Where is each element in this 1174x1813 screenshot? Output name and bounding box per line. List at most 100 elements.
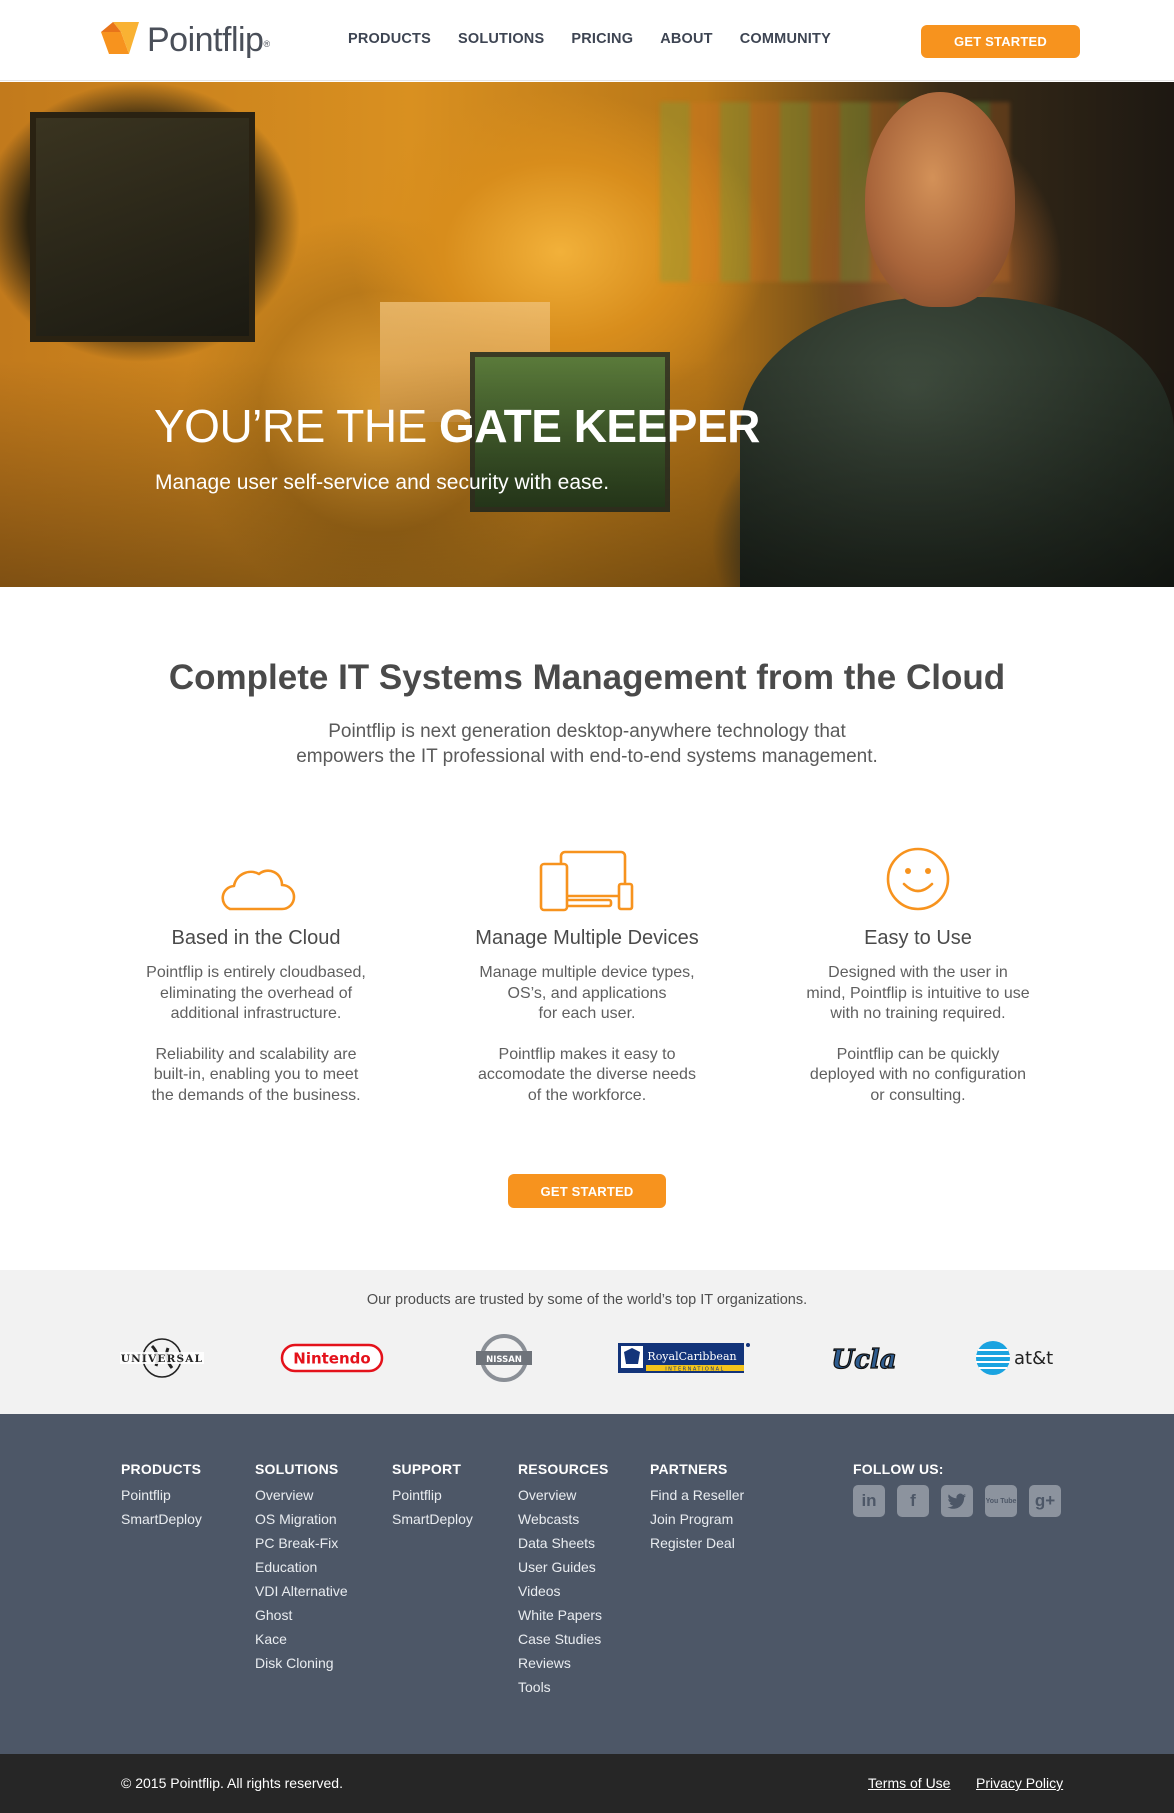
feature-text: Pointflip can be quickly deployed with n… <box>809 1045 1027 1104</box>
trusted-by-section: Our products are trusted by some of the … <box>0 1270 1174 1414</box>
hero-title: YOU’RE THE GATE KEEPER <box>154 399 760 453</box>
privacy-policy-link[interactable]: Privacy Policy <box>976 1775 1063 1791</box>
att-logo-text: at&t <box>1014 1348 1053 1369</box>
feature-title: Based in the Cloud <box>171 927 341 949</box>
hero-title-bold: GATE KEEPER <box>439 400 760 452</box>
feature-text: Designed with the user in mind, Pointfli… <box>806 964 1030 1022</box>
registered-mark: ® <box>263 39 271 49</box>
universal-logo: UNIVERSAL <box>120 1332 204 1384</box>
footer-link[interactable]: Overview <box>255 1483 348 1507</box>
footer-link[interactable]: White Papers <box>518 1603 608 1627</box>
get-started-button[interactable]: GET STARTED <box>921 25 1080 58</box>
feature-title: Easy to Use <box>864 927 972 949</box>
footer-col-support: SUPPORT Pointflip SmartDeploy <box>392 1461 473 1531</box>
get-started-button-secondary[interactable]: GET STARTED <box>508 1174 666 1208</box>
trusted-text: Our products are trusted by some of the … <box>366 1292 808 1308</box>
footer-link[interactable]: Tools <box>518 1675 608 1699</box>
att-logo: at&t <box>972 1332 1058 1384</box>
googleplus-icon[interactable]: g+ <box>1029 1485 1061 1517</box>
smiley-icon <box>886 847 950 911</box>
hero-title-light: YOU’RE THE <box>154 400 440 452</box>
logo-wordmark: Pointflip <box>147 20 264 59</box>
footer-link[interactable]: Videos <box>518 1579 608 1603</box>
twitter-icon[interactable] <box>941 1485 973 1517</box>
footer-heading: FOLLOW US: <box>853 1461 944 1477</box>
site-header: Pointflip ® PRODUCTS SOLUTIONS PRICING A… <box>0 0 1174 81</box>
footer-link[interactable]: SmartDeploy <box>121 1507 202 1531</box>
footer-link[interactable]: Reviews <box>518 1651 608 1675</box>
footer-link[interactable]: Pointflip <box>121 1483 202 1507</box>
pointflip-logo[interactable]: Pointflip ® <box>99 19 270 61</box>
nav-pricing[interactable]: PRICING <box>571 31 633 47</box>
footer-col-products: PRODUCTS Pointflip SmartDeploy <box>121 1461 202 1531</box>
feature-devices: Manage Multiple Devices Manage multiple … <box>447 842 727 1106</box>
footer-link[interactable]: Disk Cloning <box>255 1651 348 1675</box>
feature-cloud: Based in the Cloud Pointflip is entirely… <box>116 842 396 1106</box>
footer-heading: PARTNERS <box>650 1461 728 1477</box>
footer-link[interactable]: VDI Alternative <box>255 1579 348 1603</box>
nissan-logo: NISSAN <box>474 1332 534 1384</box>
footer-bottom-bar: © 2015 Pointflip. All rights reserved. T… <box>0 1754 1174 1813</box>
royal-caribbean-logo-text: RoyalCaribbean <box>647 1350 736 1363</box>
footer-link[interactable]: Overview <box>518 1483 608 1507</box>
social-links: in f You Tube g+ <box>853 1485 1061 1517</box>
feature-text: Reliability and scalability are built-in… <box>151 1045 361 1104</box>
linkedin-icon[interactable]: in <box>853 1485 885 1517</box>
client-logos: UNIVERSAL Nintendo NISSAN RoyalCaribbean <box>0 1332 1174 1392</box>
royal-caribbean-logo-subtext: INTERNATIONAL <box>665 1367 725 1373</box>
footer-heading: PRODUCTS <box>121 1461 202 1477</box>
footer-col-partners: PARTNERS Find a Reseller Join Program Re… <box>650 1461 744 1555</box>
nissan-logo-text: NISSAN <box>486 1355 522 1365</box>
universal-logo-text: UNIVERSAL <box>121 1353 203 1365</box>
copyright-text: © 2015 Pointflip. All rights reserved. <box>121 1775 343 1791</box>
footer-link[interactable]: Join Program <box>650 1507 744 1531</box>
nav-community[interactable]: COMMUNITY <box>740 31 831 47</box>
footer-link[interactable]: Education <box>255 1555 348 1579</box>
footer-heading: SUPPORT <box>392 1461 462 1477</box>
footer-link[interactable]: User Guides <box>518 1555 608 1579</box>
footer-link[interactable]: Register Deal <box>650 1531 744 1555</box>
footer-link[interactable]: Ghost <box>255 1603 348 1627</box>
footer-link[interactable]: Webcasts <box>518 1507 608 1531</box>
nav-products[interactable]: PRODUCTS <box>348 31 431 47</box>
footer-link[interactable]: OS Migration <box>255 1507 348 1531</box>
footer-col-solutions: SOLUTIONS Overview OS Migration PC Break… <box>255 1461 348 1675</box>
ucla-logo: Ucla <box>832 1332 898 1384</box>
nav-solutions[interactable]: SOLUTIONS <box>458 31 544 47</box>
royal-caribbean-logo: RoyalCaribbean INTERNATIONAL <box>618 1332 752 1384</box>
feature-title: Manage Multiple Devices <box>475 927 699 949</box>
pointflip-logo-icon <box>101 22 139 54</box>
footer-heading: SOLUTIONS <box>255 1461 339 1477</box>
footer-link[interactable]: PC Break-Fix <box>255 1531 348 1555</box>
footer-follow-us: FOLLOW US: in f You Tube g+ <box>853 1461 1061 1517</box>
hero-subtitle: Manage user self-service and security wi… <box>155 471 610 494</box>
hero-shade <box>0 82 1174 587</box>
cloud-icon <box>221 869 296 911</box>
footer-link[interactable]: Kace <box>255 1627 348 1651</box>
feature-text: Pointflip makes it easy to accomodate th… <box>478 1045 696 1104</box>
main-nav: PRODUCTS SOLUTIONS PRICING ABOUT COMMUNI… <box>348 31 858 47</box>
terms-of-use-link[interactable]: Terms of Use <box>868 1775 950 1791</box>
footer-link[interactable]: SmartDeploy <box>392 1507 473 1531</box>
section-intro: Pointflip is next generation desktop-any… <box>237 719 937 769</box>
footer-link[interactable]: Find a Reseller <box>650 1483 744 1507</box>
nav-about[interactable]: ABOUT <box>660 31 713 47</box>
hero-banner: YOU’RE THE GATE KEEPER Manage user self-… <box>0 82 1174 587</box>
feature-text: Pointflip is entirely cloudbased, elimin… <box>146 964 366 1022</box>
footer-heading: RESOURCES <box>518 1461 609 1477</box>
site-footer: PRODUCTS Pointflip SmartDeploy SOLUTIONS… <box>0 1414 1174 1754</box>
feature-easy-to-use: Easy to Use Designed with the user in mi… <box>778 842 1058 1106</box>
nintendo-logo: Nintendo <box>280 1332 384 1384</box>
nintendo-logo-text: Nintendo <box>293 1350 370 1368</box>
footer-link[interactable]: Pointflip <box>392 1483 473 1507</box>
facebook-icon[interactable]: f <box>897 1485 929 1517</box>
devices-icon <box>539 850 634 912</box>
intro-line: empowers the IT professional with end-to… <box>296 746 878 767</box>
footer-link[interactable]: Data Sheets <box>518 1531 608 1555</box>
feature-text: Manage multiple device types, OS’s, and … <box>479 964 695 1022</box>
footer-col-resources: RESOURCES Overview Webcasts Data Sheets … <box>518 1461 608 1699</box>
footer-link[interactable]: Case Studies <box>518 1627 608 1651</box>
intro-line: Pointflip is next generation desktop-any… <box>328 721 846 742</box>
youtube-icon[interactable]: You Tube <box>985 1485 1017 1517</box>
section-title: Complete IT Systems Management from the … <box>168 658 1006 697</box>
